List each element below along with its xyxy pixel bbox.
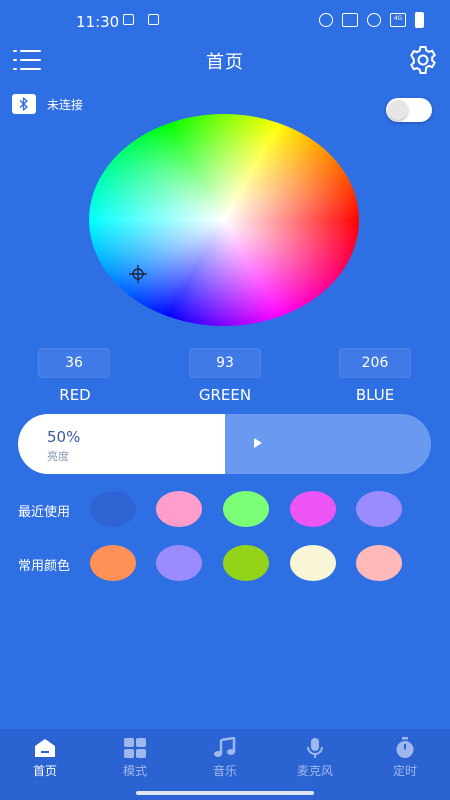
nav-home-label: 首页 [32, 764, 57, 778]
common-swatch[interactable] [156, 545, 202, 581]
blue-label: BLUE [355, 386, 395, 404]
signal-icon: 4G [390, 13, 406, 27]
bluetooth-icon[interactable] [12, 94, 36, 114]
nav-microphone[interactable]: 麦克风 [270, 729, 360, 789]
battery-icon [415, 12, 424, 28]
recent-swatch[interactable] [223, 491, 269, 527]
page-title: 首页 [206, 52, 244, 73]
nav-home[interactable]: 首页 [0, 729, 90, 789]
nav-timer-label: 定时 [392, 764, 417, 778]
red-value-box[interactable]: 36 [38, 348, 110, 378]
green-label: GREEN [198, 386, 252, 404]
toggle-knob [388, 100, 408, 120]
crosshair-icon[interactable] [129, 265, 147, 283]
home-indicator [136, 791, 314, 795]
image-icon [148, 14, 159, 25]
blue-value-box[interactable]: 206 [339, 348, 411, 378]
status-bar: 11:30 4G [0, 0, 450, 40]
play-arrow-icon[interactable] [254, 438, 262, 448]
common-swatch[interactable] [223, 545, 269, 581]
nav-mode[interactable]: 模式 [90, 729, 180, 789]
power-toggle[interactable] [386, 98, 432, 122]
status-time: 11:30 [76, 13, 120, 31]
status-left-icons [123, 14, 159, 25]
top-bar: 首页 [0, 40, 450, 80]
music-note-icon [214, 737, 236, 757]
common-swatch[interactable] [90, 545, 136, 581]
mute-icon [367, 13, 381, 27]
grid-icon [124, 738, 146, 758]
recent-colors-label: 最近使用 [18, 505, 71, 520]
nav-mode-label: 模式 [122, 764, 147, 778]
nav-timer[interactable]: 定时 [360, 729, 450, 789]
brightness-label: 亮度 [47, 450, 69, 463]
alarm-icon [319, 13, 333, 27]
nav-music[interactable]: 音乐 [180, 729, 270, 789]
common-swatch[interactable] [356, 545, 402, 581]
notification-icon [123, 14, 134, 25]
nav-microphone-label: 麦克风 [296, 764, 333, 778]
volte-icon [342, 13, 358, 27]
nav-music-label: 音乐 [212, 764, 237, 778]
recent-swatch[interactable] [290, 491, 336, 527]
recent-swatch[interactable] [156, 491, 202, 527]
brightness-slider[interactable]: 50% 亮度 [18, 414, 431, 474]
recent-swatch[interactable] [90, 491, 136, 527]
gear-icon[interactable] [407, 44, 439, 76]
bottom-nav: 首页 模式 音乐 麦克风 定时 [0, 729, 450, 800]
green-value-box[interactable]: 93 [189, 348, 261, 378]
timer-icon [396, 737, 414, 758]
home-icon [35, 739, 55, 757]
recent-swatch[interactable] [356, 491, 402, 527]
connection-status: 未连接 [47, 98, 84, 112]
common-swatch[interactable] [290, 545, 336, 581]
status-right-icons: 4G [319, 12, 424, 28]
color-wheel[interactable] [89, 114, 359, 326]
microphone-icon [307, 738, 323, 758]
brightness-value: 50% [47, 428, 81, 446]
red-label: RED [59, 386, 91, 404]
common-colors-label: 常用颜色 [18, 559, 71, 574]
bluetooth-glyph [19, 97, 28, 111]
